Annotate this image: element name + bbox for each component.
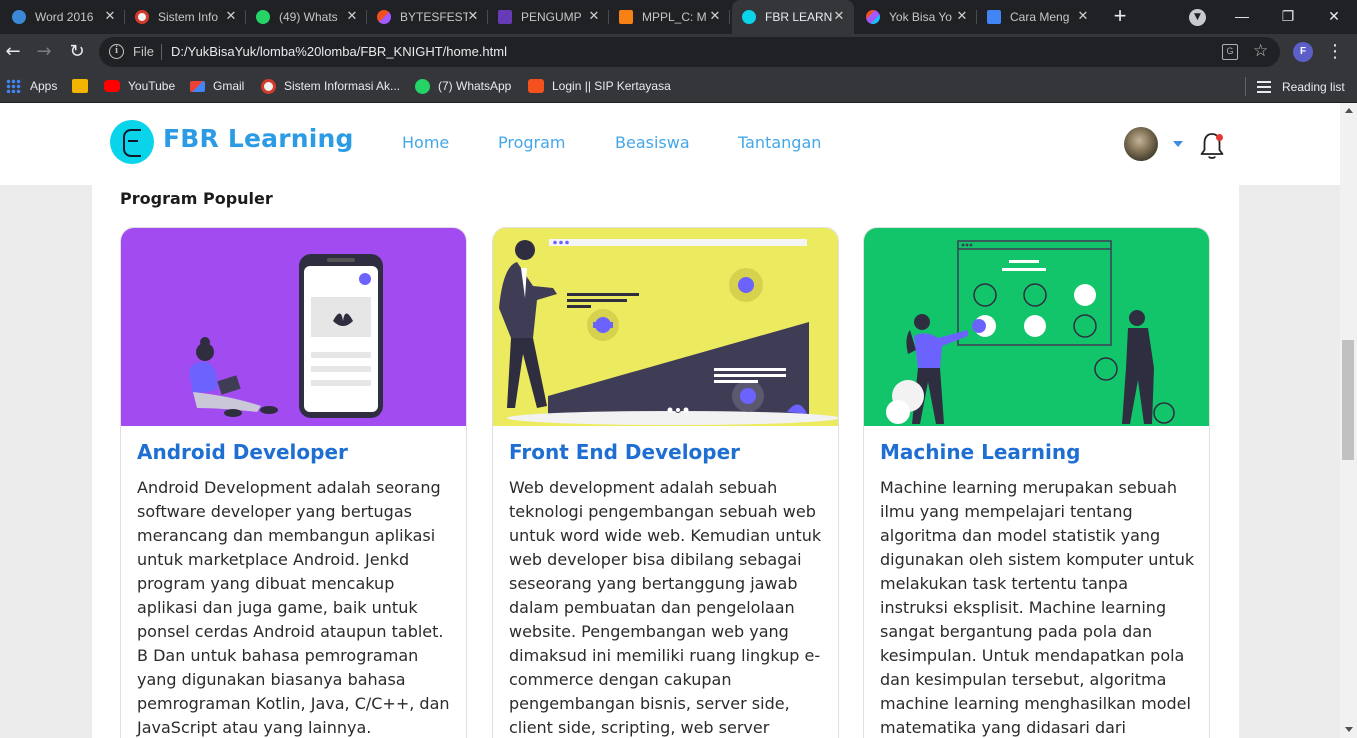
bookmark-tab-icon [987, 10, 1001, 24]
forward-icon[interactable]: → [32, 40, 56, 64]
close-icon[interactable]: ✕ [1076, 9, 1090, 23]
tab-label: BYTESFEST [400, 10, 468, 24]
close-icon[interactable]: ✕ [103, 9, 117, 23]
close-icon[interactable]: ✕ [832, 9, 846, 23]
page-viewport: FBR Learning Home Program Beasiswa Tanta… [0, 103, 1340, 738]
info-icon[interactable]: i [109, 44, 124, 59]
close-icon[interactable]: ✕ [955, 9, 969, 23]
youtube-icon [104, 80, 120, 92]
bookmark-youtube[interactable]: YouTube [104, 77, 175, 95]
section-title: Program Populer [120, 189, 273, 208]
tab-search-icon[interactable]: ▼ [1189, 9, 1206, 26]
scroll-thumb[interactable] [1342, 340, 1354, 460]
scheme-label: File [133, 44, 154, 59]
reading-list-button[interactable]: Reading list [1257, 70, 1345, 103]
nav-tantangan[interactable]: Tantangan [738, 133, 821, 152]
program-card-front-end[interactable]: Front End Developer Web development adal… [492, 227, 839, 738]
star-icon[interactable]: ☆ [1253, 41, 1268, 61]
bookmark-whatsapp[interactable]: (7) WhatsApp [415, 77, 511, 95]
fbr-icon [742, 10, 756, 24]
browser-tab-strip: Word 2016 ✕ Sistem Info ✕ (49) Whats ✕ B… [0, 0, 1357, 34]
site-navbar: FBR Learning Home Program Beasiswa Tanta… [0, 103, 1340, 185]
url-text[interactable]: D:/YukBisaYuk/lomba%20lomba/FBR_KNIGHT/h… [171, 44, 507, 59]
apps-icon [6, 79, 22, 93]
sistem-info-icon [135, 10, 149, 24]
moodle-icon [619, 10, 633, 24]
android-illustration [121, 228, 466, 426]
reading-list-icon [1257, 80, 1271, 93]
chevron-down-icon[interactable] [1173, 141, 1183, 147]
site-logo-text[interactable]: FBR Learning [163, 124, 354, 153]
more-menu-icon[interactable]: ⋮ [1326, 40, 1344, 64]
tab-fbr-learning[interactable]: FBR LEARN ✕ [732, 0, 854, 34]
card-title[interactable]: Android Developer [137, 440, 348, 464]
new-tab-icon[interactable]: + [1108, 5, 1132, 29]
window-close-icon[interactable]: ✕ [1311, 0, 1357, 32]
bookmark-apps[interactable]: Apps [6, 77, 57, 95]
tab-label: Cara Meng [1010, 10, 1070, 24]
page-scrollbar[interactable] [1340, 103, 1357, 738]
user-avatar[interactable] [1124, 127, 1158, 161]
nav-program[interactable]: Program [498, 133, 566, 152]
tab-pengumuman[interactable]: PENGUMP ✕ [488, 0, 609, 34]
browser-toolbar: ← → ↻ i File D:/YukBisaYuk/lomba%20lomba… [0, 34, 1357, 70]
forms-icon [498, 10, 512, 24]
classroom-icon [72, 79, 88, 93]
tab-label: PENGUMP [521, 10, 582, 24]
close-icon[interactable]: ✕ [587, 9, 601, 23]
bookmarks-bar: Apps YouTube Gmail Sistem Informasi Ak..… [0, 70, 1357, 103]
tab-cara-meng[interactable]: Cara Meng ✕ [977, 0, 1098, 34]
figma-icon [377, 10, 391, 24]
gmail-icon [190, 80, 205, 92]
sip-icon [528, 79, 544, 93]
tab-word-2016[interactable]: Word 2016 ✕ [2, 0, 125, 34]
machine-learning-illustration [864, 228, 1209, 426]
bookmark-classroom[interactable] [72, 77, 96, 95]
tab-label: FBR LEARN [765, 10, 833, 24]
whatsapp-icon [415, 78, 430, 94]
tab-sistem-info[interactable]: Sistem Info ✕ [125, 0, 246, 34]
tab-label: MPPL_C: M [642, 10, 707, 24]
tab-label: (49) Whats [279, 10, 338, 24]
whatsapp-icon [256, 10, 270, 24]
tab-yok-bisa[interactable]: Yok Bisa Yo ✕ [856, 0, 977, 34]
card-title[interactable]: Machine Learning [880, 440, 1080, 464]
translate-icon[interactable]: G [1222, 44, 1238, 60]
nav-home[interactable]: Home [402, 133, 449, 152]
tab-mppl[interactable]: MPPL_C: M ✕ [609, 0, 730, 34]
reload-icon[interactable]: ↻ [65, 40, 89, 64]
scroll-down-icon[interactable] [1345, 727, 1353, 732]
tab-label: Word 2016 [35, 10, 94, 24]
card-description: Machine learning merupakan sebuah ilmu y… [880, 478, 1195, 737]
address-bar[interactable]: i File D:/YukBisaYuk/lomba%20lomba/FBR_K… [99, 37, 1280, 67]
card-description: Android Development adalah seorang softw… [137, 478, 450, 737]
scroll-up-icon[interactable] [1345, 108, 1353, 113]
nav-beasiswa[interactable]: Beasiswa [615, 133, 690, 152]
tab-label: Yok Bisa Yo [889, 10, 952, 24]
card-title[interactable]: Front End Developer [509, 440, 740, 464]
close-icon[interactable]: ✕ [345, 9, 359, 23]
sistem-info-icon [261, 78, 276, 94]
figma-icon [866, 10, 880, 24]
minimize-icon[interactable]: — [1219, 0, 1265, 32]
tab-bytesfest[interactable]: BYTESFEST ✕ [367, 0, 488, 34]
program-card-machine-learning[interactable]: Machine Learning Machine learning merupa… [863, 227, 1210, 738]
card-description: Web development adalah sebuah teknologi … [509, 478, 822, 737]
tab-whatsapp[interactable]: (49) Whats ✕ [246, 0, 367, 34]
back-icon[interactable]: ← [1, 40, 25, 64]
fbr-logo-icon[interactable] [110, 120, 154, 164]
front-end-illustration [493, 228, 838, 426]
tab-label: Sistem Info [158, 10, 219, 24]
bookmark-gmail[interactable]: Gmail [190, 77, 244, 95]
bookmark-sistem-informasi[interactable]: Sistem Informasi Ak... [261, 77, 400, 95]
restore-icon[interactable]: ❐ [1265, 0, 1311, 32]
close-icon[interactable]: ✕ [466, 9, 480, 23]
bookmark-sip-kertayasa[interactable]: Login || SIP Kertayasa [528, 77, 671, 95]
close-icon[interactable]: ✕ [708, 9, 722, 23]
program-card-android[interactable]: Android Developer Android Development ad… [120, 227, 467, 738]
close-icon[interactable]: ✕ [224, 9, 238, 23]
notification-badge [1216, 134, 1223, 141]
globe-icon [12, 10, 26, 24]
profile-avatar[interactable]: F [1293, 42, 1313, 62]
